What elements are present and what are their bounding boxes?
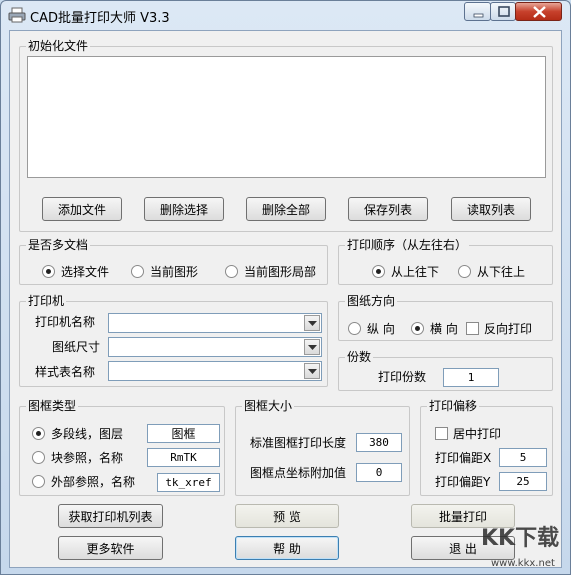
radio-dot xyxy=(131,265,144,278)
more-software-button[interactable]: 更多软件 xyxy=(58,536,163,560)
radio-xref-name[interactable]: 外部参照，名称 xyxy=(32,473,135,490)
chevron-down-icon[interactable] xyxy=(304,339,320,355)
offset-y-input[interactable]: 25 xyxy=(499,472,547,491)
std-length-label: 标准图框打印长度 xyxy=(250,436,347,450)
checkbox-box xyxy=(466,322,479,335)
save-list-button[interactable]: 保存列表 xyxy=(348,197,428,221)
radio-dot xyxy=(32,427,45,440)
radio-dot xyxy=(411,322,424,335)
radio-landscape[interactable]: 横 向 xyxy=(411,320,458,337)
radio-polyline-layer[interactable]: 多段线，图层 xyxy=(32,425,123,442)
frame-type-group-title: 图框类型 xyxy=(26,399,79,413)
chevron-down-icon[interactable] xyxy=(304,363,320,379)
title-bar[interactable]: CAD批量打印大师 V3.3 xyxy=(1,1,570,29)
radio-dot xyxy=(32,475,45,488)
printer-name-select[interactable] xyxy=(108,313,322,333)
checkbox-box xyxy=(435,427,448,440)
copies-group-title: 份数 xyxy=(345,350,374,364)
paper-size-select[interactable] xyxy=(108,337,322,357)
orientation-group-title: 图纸方向 xyxy=(345,294,398,308)
offset-group-title: 打印偏移 xyxy=(427,399,480,413)
multi-doc-group-title: 是否多文档 xyxy=(26,238,91,252)
help-button[interactable]: 帮 助 xyxy=(235,536,339,560)
delete-selected-button[interactable]: 删除选择 xyxy=(144,197,224,221)
offset-x-label: 打印偏距X xyxy=(435,451,492,465)
printer-name-label: 打印机名称 xyxy=(35,315,96,329)
watermark-url: www.kkx.net xyxy=(491,558,555,569)
frame-size-group: 图框大小 标准图框打印长度 380 图框点坐标附加值 0 xyxy=(235,399,410,496)
file-list[interactable] xyxy=(27,56,546,178)
printer-group: 打印机 打印机名称 图纸尺寸 样式表名称 xyxy=(19,294,328,387)
copies-input[interactable]: 1 xyxy=(443,368,499,387)
copies-group: 份数 打印份数 1 xyxy=(338,350,553,391)
xref-name-input[interactable]: tk_xref xyxy=(157,473,220,492)
add-file-button[interactable]: 添加文件 xyxy=(42,197,122,221)
chevron-down-icon[interactable] xyxy=(304,315,320,331)
radio-top-to-bottom[interactable]: 从上往下 xyxy=(372,263,439,280)
layer-name-input[interactable]: 图框 xyxy=(147,424,220,443)
offset-y-label: 打印偏距Y xyxy=(435,475,491,489)
coord-add-input[interactable]: 0 xyxy=(356,463,402,482)
radio-dot xyxy=(225,265,238,278)
radio-bottom-to-top[interactable]: 从下往上 xyxy=(458,263,525,280)
frame-type-group: 图框类型 多段线，图层 图框 块参照，名称 RmTK 外部参照，名称 tk_xr… xyxy=(19,399,225,496)
radio-select-file[interactable]: 选择文件 xyxy=(42,263,109,280)
print-order-group-title: 打印顺序（从左往右） xyxy=(345,238,470,252)
radio-dot xyxy=(42,265,55,278)
radio-dot xyxy=(348,322,361,335)
preview-button[interactable]: 预 览 xyxy=(235,504,339,528)
window-title: CAD批量打印大师 V3.3 xyxy=(30,11,170,26)
watermark-logo-text: KK下载 xyxy=(481,526,560,551)
frame-size-group-title: 图框大小 xyxy=(242,399,295,413)
print-order-group: 打印顺序（从左往右） 从上往下 从下往上 xyxy=(338,238,553,285)
printer-group-title: 打印机 xyxy=(26,294,67,308)
copies-label: 打印份数 xyxy=(378,370,427,384)
load-list-button[interactable]: 读取列表 xyxy=(451,197,531,221)
radio-block-ref-name[interactable]: 块参照，名称 xyxy=(32,449,123,466)
offset-x-input[interactable]: 5 xyxy=(499,448,547,467)
printer-app-icon xyxy=(8,7,26,23)
offset-group: 打印偏移 居中打印 打印偏距X 5 打印偏距Y 25 xyxy=(420,399,553,496)
client-area: 初始化文件 添加文件 删除选择 删除全部 保存列表 读取列表 是否多文档 选择文… xyxy=(9,30,562,568)
app-window: CAD批量打印大师 V3.3 初始化文件 添加文件 删除选择 删除全部 保存列表… xyxy=(0,0,571,575)
std-length-input[interactable]: 380 xyxy=(356,433,402,452)
radio-dot xyxy=(458,265,471,278)
orientation-group: 图纸方向 纵 向 横 向 反向打印 xyxy=(338,294,553,341)
style-table-select[interactable] xyxy=(108,361,322,381)
paper-size-label: 图纸尺寸 xyxy=(52,340,101,354)
coord-add-label: 图框点坐标附加值 xyxy=(250,466,347,480)
radio-dot xyxy=(372,265,385,278)
get-printer-list-button[interactable]: 获取打印机列表 xyxy=(58,504,163,528)
files-group-title: 初始化文件 xyxy=(26,39,91,53)
close-button[interactable] xyxy=(515,2,562,21)
files-group: 初始化文件 添加文件 删除选择 删除全部 保存列表 读取列表 xyxy=(19,39,553,232)
minimize-button[interactable] xyxy=(464,2,491,21)
radio-dot xyxy=(32,451,45,464)
multi-doc-group: 是否多文档 选择文件 当前图形 当前图形局部 xyxy=(19,238,328,285)
maximize-button[interactable] xyxy=(490,2,516,21)
block-name-input[interactable]: RmTK xyxy=(147,448,220,467)
style-table-label: 样式表名称 xyxy=(35,365,96,379)
delete-all-button[interactable]: 删除全部 xyxy=(246,197,326,221)
reverse-print-checkbox[interactable]: 反向打印 xyxy=(466,320,532,337)
center-print-checkbox[interactable]: 居中打印 xyxy=(435,425,501,442)
radio-current-drawing-partial[interactable]: 当前图形局部 xyxy=(225,263,316,280)
radio-portrait[interactable]: 纵 向 xyxy=(348,320,395,337)
radio-current-drawing[interactable]: 当前图形 xyxy=(131,263,198,280)
